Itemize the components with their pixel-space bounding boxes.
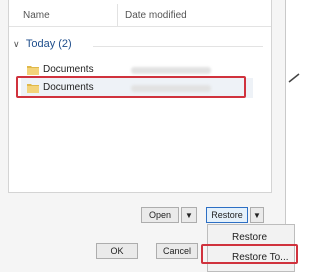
column-header-name[interactable]: Name bbox=[23, 10, 50, 21]
menu-highlight-box bbox=[201, 244, 298, 264]
ok-button[interactable]: OK bbox=[96, 243, 138, 259]
folder-icon bbox=[27, 84, 39, 93]
group-header-today[interactable]: ∨ Today (2) bbox=[13, 38, 253, 52]
group-divider bbox=[93, 46, 263, 47]
open-dropdown-button[interactable]: ▼ bbox=[181, 207, 197, 223]
column-divider[interactable] bbox=[117, 4, 118, 26]
background-window-edge bbox=[288, 73, 300, 83]
caret-down-icon: ▼ bbox=[185, 211, 193, 220]
selection-highlight-box bbox=[16, 76, 246, 98]
item-name: Documents bbox=[43, 64, 94, 75]
chevron-down-icon[interactable]: ∨ bbox=[13, 39, 23, 50]
cancel-button[interactable]: Cancel bbox=[156, 243, 198, 259]
open-button[interactable]: Open bbox=[141, 207, 179, 223]
caret-down-icon: ▼ bbox=[253, 211, 261, 220]
column-header-date-modified[interactable]: Date modified bbox=[125, 10, 187, 21]
folder-icon bbox=[27, 66, 39, 75]
item-date-redacted bbox=[131, 67, 211, 74]
restore-dropdown-button[interactable]: ▼ bbox=[250, 207, 264, 223]
restore-button[interactable]: Restore bbox=[206, 207, 248, 223]
column-header: Name Date modified bbox=[9, 0, 271, 27]
group-label: Today (2) bbox=[25, 38, 72, 50]
